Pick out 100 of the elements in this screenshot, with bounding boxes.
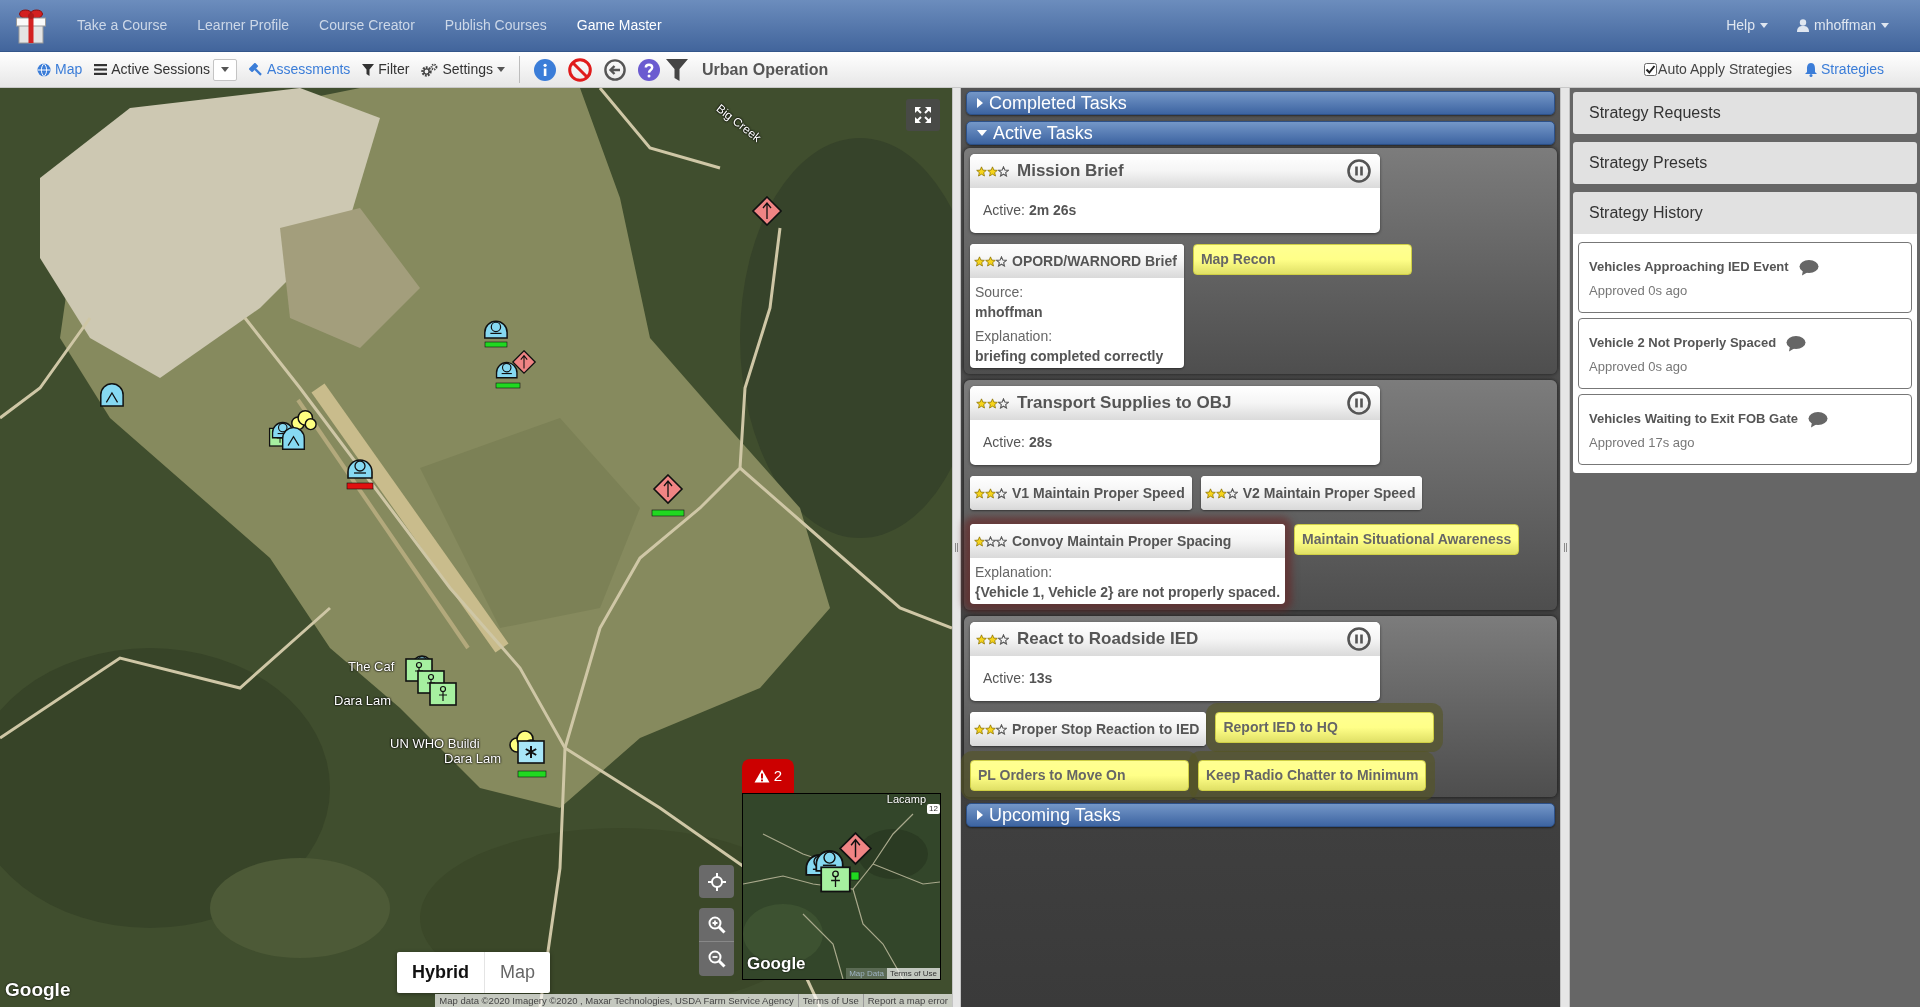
map-label: The Caf [348,659,395,674]
star-icon [976,633,987,645]
pending-concept[interactable]: Maintain Situational Awareness [1294,524,1520,555]
star-icon [974,255,985,267]
gear-icon [421,62,439,77]
detail-label: Explanation: [975,563,1054,582]
history-item[interactable]: Vehicle 2 Not Properly Spaced Approved 0s ago [1578,318,1912,389]
zoom-in-icon [707,915,726,934]
back-icon[interactable] [604,58,627,81]
assessed-concept[interactable]: Proper Stop Reaction to IED [970,712,1207,746]
assessments-link[interactable]: Assessments [249,59,351,80]
concept-title: Proper Stop Reaction to IED [1012,719,1200,739]
pending-concept[interactable]: Keep Radio Chatter to Minimum [1198,760,1427,791]
caret-icon [497,67,506,72]
map-label: Dara Lam [444,751,502,766]
map-logo: Google [5,977,71,1002]
accordion-header[interactable]: Strategy Requests [1573,92,1917,134]
help-icon[interactable] [638,58,661,81]
section-header[interactable]: Upcoming Tasks [966,803,1555,827]
section-header[interactable]: Active Tasks [966,121,1555,145]
concept-title: V1 Maintain Proper Speed [1012,483,1185,503]
user-menu[interactable]: mhoffman [1797,15,1889,36]
session-dropdown-button[interactable] [213,58,238,81]
concept-title: OPORD/WARNORD Brief [1012,251,1177,271]
fullscreen-button[interactable] [906,99,940,131]
assessed-concept[interactable]: V1 Maintain Proper Speed [970,476,1192,510]
task-title: React to Roadside IED [1017,628,1199,651]
nav-link[interactable]: Course Creator [304,15,430,36]
star-icon [996,255,1007,267]
map-label: Lacamp [886,794,926,806]
map-link[interactable]: Map [37,59,83,80]
zoom-out-button[interactable] [699,942,734,976]
accordion-header[interactable]: Strategy Presets [1573,142,1917,184]
approval-time: Approved 0s ago [1589,358,1689,376]
pending-concept[interactable]: Report IED to HQ [1215,712,1435,743]
detail-label: Source: [975,283,1025,302]
marker-cluster-icon[interactable] [494,350,538,390]
info-icon[interactable] [534,58,557,81]
filter-icon[interactable] [666,57,689,82]
auto-apply-checkbox[interactable] [1644,63,1658,76]
globe-icon [37,62,51,77]
marker-cluster-icon[interactable] [508,728,548,778]
section-header[interactable]: Completed Tasks [966,91,1555,115]
user-icon [1797,19,1809,32]
detail-label: Explanation: [975,327,1054,346]
warning-icon [753,769,770,783]
history-item[interactable]: Vehicles Approaching IED Event Approved 0s ago [1578,242,1912,313]
recenter-button[interactable] [699,865,734,898]
nav-link[interactable]: Learner Profile [182,15,305,36]
zoom-out-icon [707,950,726,968]
star-icon [985,535,996,547]
strategy-title: Vehicle 2 Not Properly Spaced [1589,334,1777,352]
detail-value: {Vehicle 1, Vehicle 2} are not properly spaced. [975,583,1281,602]
active-sessions-button[interactable]: Active Sessions [94,59,211,80]
assessed-concept[interactable]: V2 Maintain Proper Speed [1200,476,1423,510]
accordion-header[interactable]: Strategy History [1573,192,1917,234]
map-type-button[interactable]: Hybrid [397,952,484,993]
checkbox-label: Auto Apply Strategies [1658,60,1792,79]
diamond-marker-icon[interactable] [650,474,686,518]
filter-button[interactable]: Filter [362,59,410,80]
diamond-marker-icon[interactable] [752,196,782,226]
session-title: Urban Operation [702,59,829,80]
road-shield: 12 [927,804,940,814]
nav-link[interactable]: Game Master [561,15,677,36]
approval-time: Approved 0s ago [1589,282,1689,300]
terms-link[interactable]: Terms of Use [886,968,940,979]
ban-icon[interactable] [568,57,593,82]
star-icon [996,723,1007,735]
bell-icon [1803,62,1818,77]
pause-icon[interactable] [1347,159,1371,183]
nav-link[interactable]: Take a Course [62,15,183,36]
nav-link[interactable]: Publish Courses [429,15,562,36]
alert-tab[interactable]: 2 [742,759,794,793]
pause-icon[interactable] [1347,391,1371,415]
star-icon [1215,487,1227,499]
filter-icon [362,63,375,76]
star-icon [976,397,987,409]
terms-link[interactable]: Terms of Use [797,994,863,1007]
history-item[interactable]: Vehicles Waiting to Exit FOB Gate Approved 17s ago [1578,394,1912,465]
minimap[interactable]: Lacamp 12 Google Map Data Terms of Use [742,793,941,980]
zoom-in-button[interactable] [699,908,734,942]
concept-title: V2 Maintain Proper Speed [1242,483,1416,503]
pending-concept[interactable]: PL Orders to Move On [970,760,1189,791]
concept-title: Convoy Maintain Proper Spacing [1012,531,1232,551]
pending-concept[interactable]: Map Recon [1192,244,1412,275]
settings-menu[interactable]: Settings [421,59,506,80]
star-icon [1226,487,1238,499]
map-attribution: Map data ©2020 Imagery ©2020 , Maxar Technologies, USDA Farm Service Agency [438,994,795,1007]
gift-icon[interactable] [15,7,47,44]
strategies-link[interactable]: Strategies [1803,59,1884,80]
expand-icon [914,106,932,124]
pause-icon[interactable] [1347,627,1371,651]
star-icon [985,723,996,735]
task-status: Active: 2m 26s [983,201,1077,220]
assessed-concept[interactable]: Convoy Maintain Proper Spacing Explanation: {Vehicle 1, Vehicle 2} are not properly spaced. [970,524,1286,604]
star-icon [998,165,1009,177]
assessed-concept[interactable]: OPORD/WARNORD Brief Source: mhoffman Explanation: briefing completed correctly [970,244,1184,368]
crosshair-icon [707,872,726,891]
help-menu[interactable]: Help [1726,15,1768,36]
map-type-button[interactable]: Map [484,952,551,993]
